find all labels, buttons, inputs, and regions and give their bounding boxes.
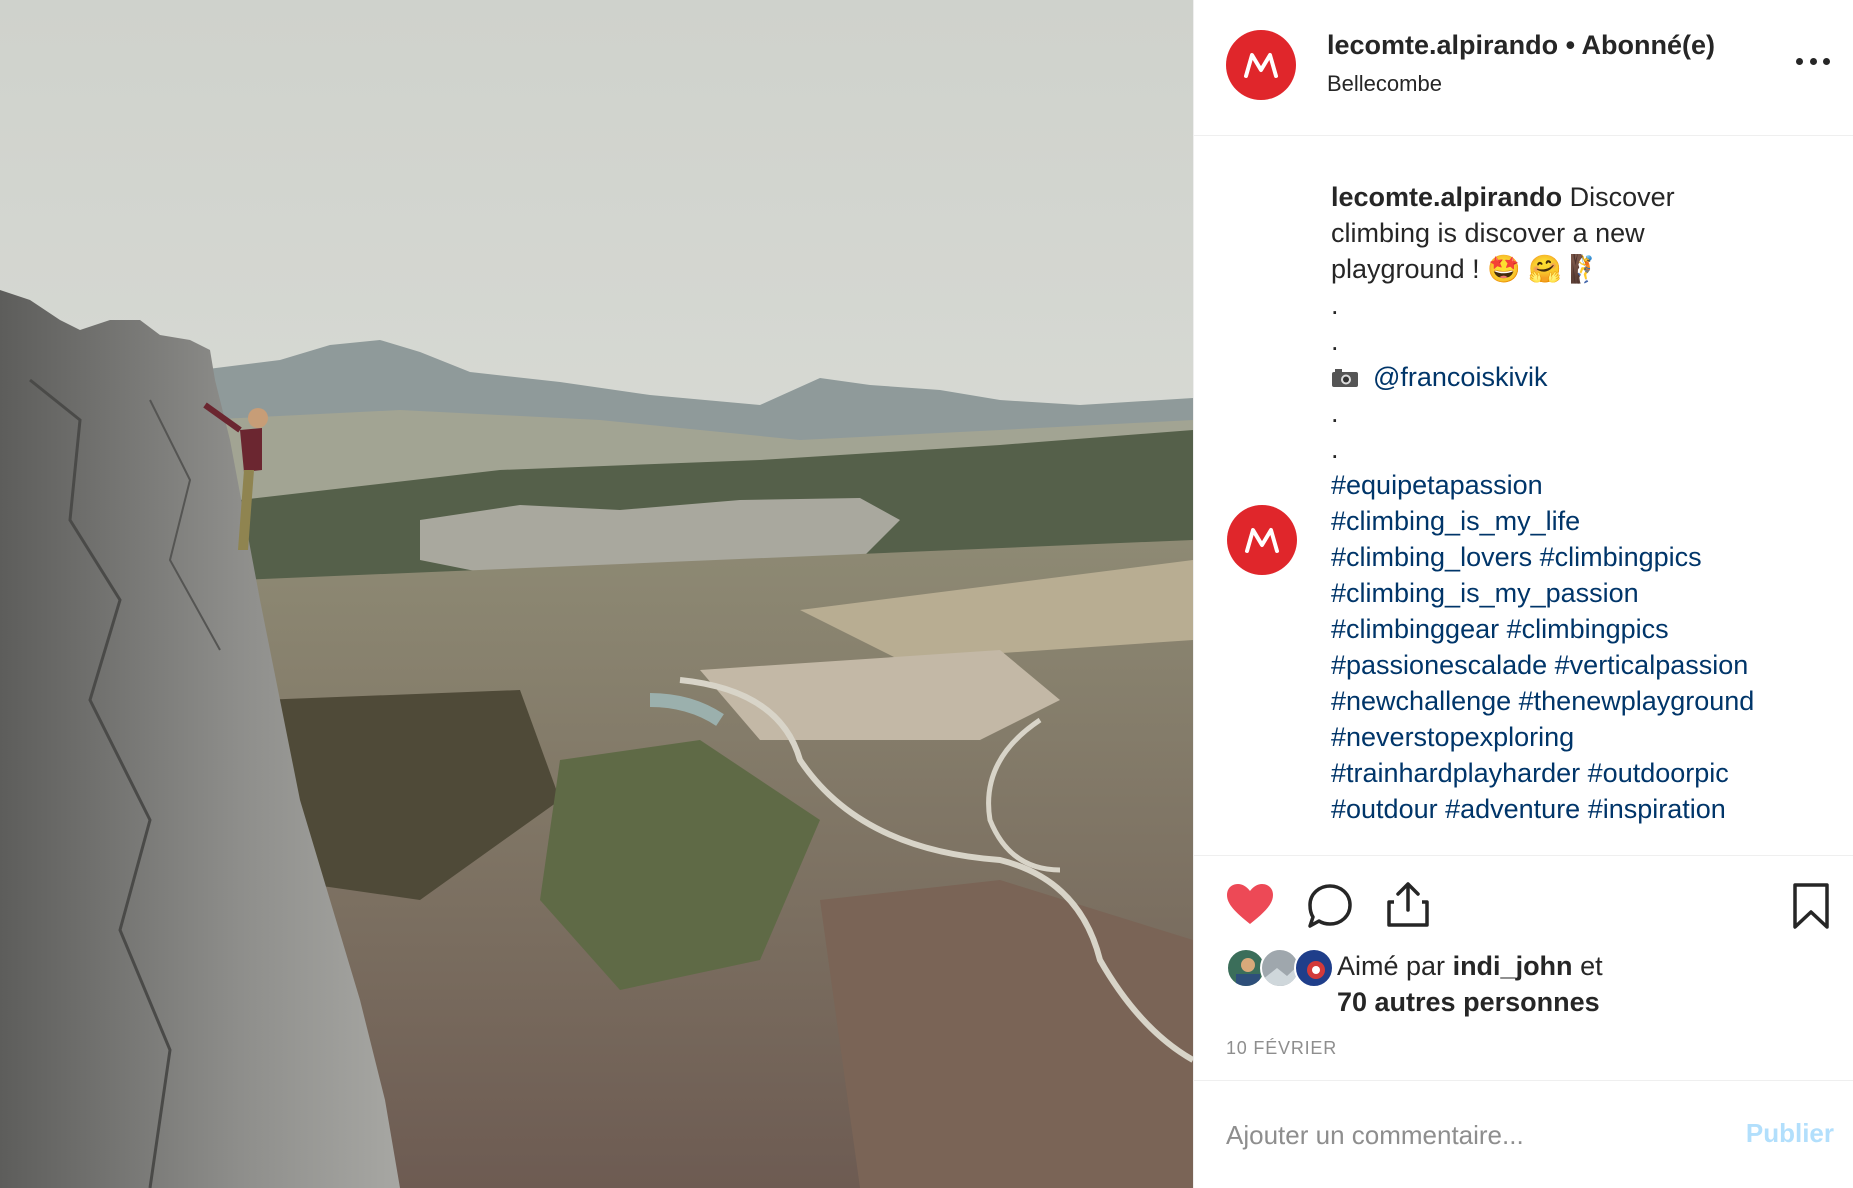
brand-logo-icon: [1244, 53, 1278, 78]
liker-avatar[interactable]: [1294, 948, 1334, 988]
likes-prefix: Aimé par: [1337, 951, 1446, 981]
share-icon[interactable]: [1385, 880, 1431, 928]
climbing-landscape-image: [0, 0, 1193, 1188]
liker-username[interactable]: indi_john: [1453, 951, 1573, 981]
post-header: lecomte.alpirando • Abonné(e) Bellecombe: [1194, 0, 1853, 136]
brand-logo-icon: [1245, 528, 1279, 553]
comment-icon[interactable]: [1307, 883, 1353, 929]
hashtag-line[interactable]: #outdour #adventure #inspiration: [1331, 791, 1831, 827]
likes-summary: Aimé par indi_john et 70 autres personne…: [1337, 948, 1603, 1020]
comment-input[interactable]: [1226, 1110, 1706, 1160]
header-separator: •: [1558, 30, 1582, 60]
publish-button[interactable]: Publier: [1746, 1118, 1834, 1149]
hashtag-line[interactable]: #trainhardplayharder #outdoorpic: [1331, 755, 1831, 791]
caption-dot: .: [1331, 290, 1339, 320]
bookmark-icon[interactable]: [1791, 882, 1831, 930]
caption-dot: .: [1331, 434, 1339, 464]
hashtag-line[interactable]: #equipetapassion: [1331, 467, 1831, 503]
follow-status[interactable]: Abonné(e): [1582, 30, 1715, 60]
caption-text: climbing is discover a new: [1331, 218, 1645, 248]
caption-text: playground ! 🤩 🤗 🧗: [1331, 254, 1603, 284]
caption-dot: .: [1331, 398, 1339, 428]
heart-icon[interactable]: [1225, 882, 1275, 926]
likes-connector: et: [1580, 951, 1603, 981]
post-date[interactable]: 10 FÉVRIER: [1226, 1038, 1337, 1059]
caption-text: Discover: [1569, 182, 1675, 212]
caption-username[interactable]: lecomte.alpirando: [1331, 182, 1562, 212]
post-side-panel: lecomte.alpirando • Abonné(e) Bellecombe…: [1193, 0, 1853, 1188]
comment-box: Publier: [1194, 1082, 1853, 1188]
post-caption: lecomte.alpirando Discover climbing is d…: [1331, 179, 1831, 827]
hashtag-line[interactable]: #newchallenge #thenewplayground: [1331, 683, 1831, 719]
header-user-line: lecomte.alpirando • Abonné(e): [1327, 30, 1715, 61]
post-actions: Aimé par indi_john et 70 autres personne…: [1194, 855, 1853, 1081]
hashtag-line[interactable]: #neverstopexploring: [1331, 719, 1831, 755]
hashtag-line[interactable]: #climbing_lovers #climbingpics: [1331, 539, 1831, 575]
caption-area: lecomte.alpirando Discover climbing is d…: [1194, 137, 1853, 855]
header-username[interactable]: lecomte.alpirando: [1327, 30, 1558, 60]
profile-avatar[interactable]: [1226, 30, 1296, 100]
hashtag-line[interactable]: #climbing_is_my_passion: [1331, 575, 1831, 611]
hashtag-line[interactable]: #climbinggear #climbingpics: [1331, 611, 1831, 647]
hashtag-line[interactable]: #passionescalade #verticalpassion: [1331, 647, 1831, 683]
mention-link[interactable]: @francoiskivik: [1373, 362, 1547, 392]
post-photo[interactable]: [0, 0, 1193, 1188]
more-icon[interactable]: [1796, 58, 1830, 68]
likes-others-link[interactable]: 70 autres personnes: [1337, 987, 1600, 1017]
hashtag-line[interactable]: #climbing_is_my_life: [1331, 503, 1831, 539]
camera-icon: [1331, 361, 1359, 387]
location-link[interactable]: Bellecombe: [1327, 71, 1442, 97]
caption-avatar[interactable]: [1227, 505, 1297, 575]
caption-dot: .: [1331, 326, 1339, 356]
